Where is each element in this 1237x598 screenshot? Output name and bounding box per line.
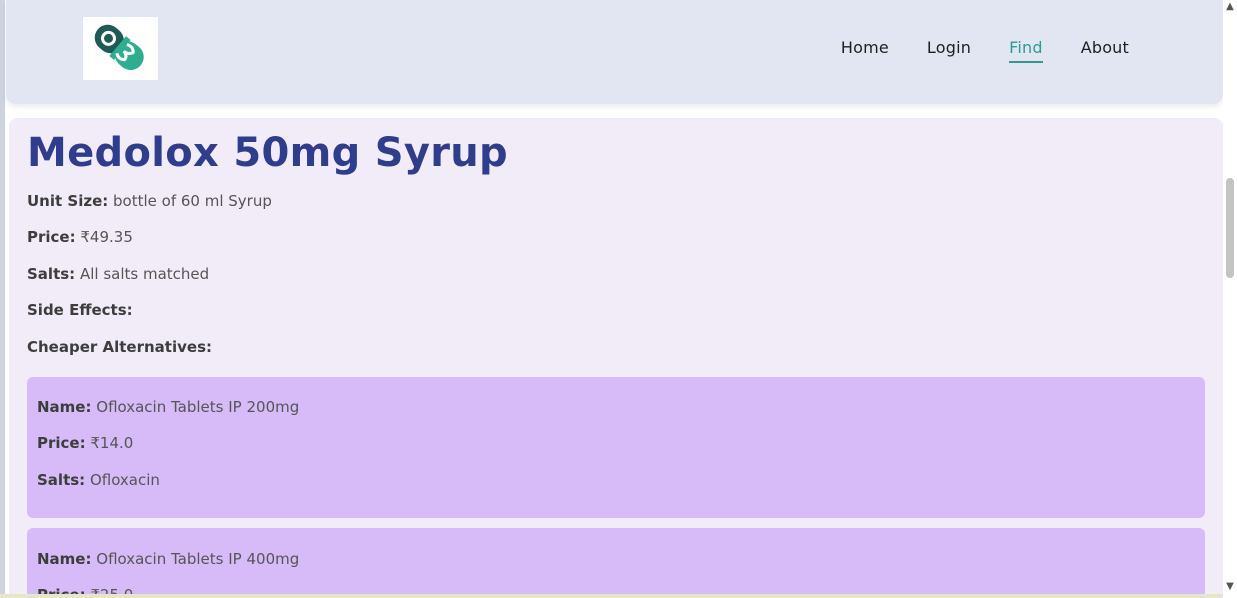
side-effects-label: Side Effects: [27,301,133,319]
left-edge [0,0,5,598]
nav-link-about[interactable]: About [1081,38,1129,63]
alternative-card: Name: Ofloxacin Tablets IP 400mg Price: … [27,528,1205,598]
page: Home Login Find About Medolox 50mg Syrup… [0,0,1223,598]
salts-field: Salts: All salts matched [27,265,209,283]
salts-label: Salts: [27,265,76,283]
vertical-scrollbar[interactable]: ▲ ▼ [1223,0,1237,598]
alternative-salts: Salts: Ofloxacin [37,471,160,489]
medicine-card: Medolox 50mg Syrup Unit Size: bottle of … [9,118,1223,598]
alternative-salts-label: Salts: [37,471,86,489]
cheaper-alternatives-label: Cheaper Alternatives: [27,338,212,356]
alternative-name-label: Name: [37,550,92,568]
alternative-price-label: Price: [37,434,86,452]
unit-size-value: bottle of 60 ml Syrup [113,192,272,210]
nav-link-find[interactable]: Find [1009,38,1043,63]
bottom-divider [0,594,1223,598]
chevron-up-icon[interactable]: ▲ [1223,0,1237,14]
chevron-down-icon[interactable]: ▼ [1223,580,1237,594]
scrollbar-thumb[interactable] [1226,178,1234,278]
alternative-name-value: Ofloxacin Tablets IP 400mg [96,550,300,568]
unit-size-field: Unit Size: bottle of 60 ml Syrup [27,192,272,210]
alternative-name-value: Ofloxacin Tablets IP 200mg [96,398,300,416]
unit-size-label: Unit Size: [27,192,109,210]
navbar: Home Login Find About [6,0,1223,104]
side-effects-field: Side Effects: [27,301,133,319]
price-value: ₹49.35 [80,228,133,246]
price-label: Price: [27,228,76,246]
logo[interactable] [83,17,158,80]
alternative-price: Price: ₹14.0 [37,434,133,452]
alternative-name: Name: Ofloxacin Tablets IP 400mg [37,550,299,568]
nav-link-home[interactable]: Home [841,38,889,63]
alternative-price-value: ₹14.0 [90,434,134,452]
pill-capsule-icon [94,24,144,70]
nav-link-login[interactable]: Login [927,38,971,63]
alternative-salts-value: Ofloxacin [89,471,160,489]
nav-links: Home Login Find About [841,38,1129,63]
cheaper-alternatives-heading: Cheaper Alternatives: [27,338,212,356]
alternative-card: Name: Ofloxacin Tablets IP 200mg Price: … [27,377,1205,518]
alternative-name: Name: Ofloxacin Tablets IP 200mg [37,398,299,416]
price-field: Price: ₹49.35 [27,228,133,246]
salts-value: All salts matched [79,265,210,283]
alternative-name-label: Name: [37,398,92,416]
medicine-title: Medolox 50mg Syrup [27,130,508,176]
